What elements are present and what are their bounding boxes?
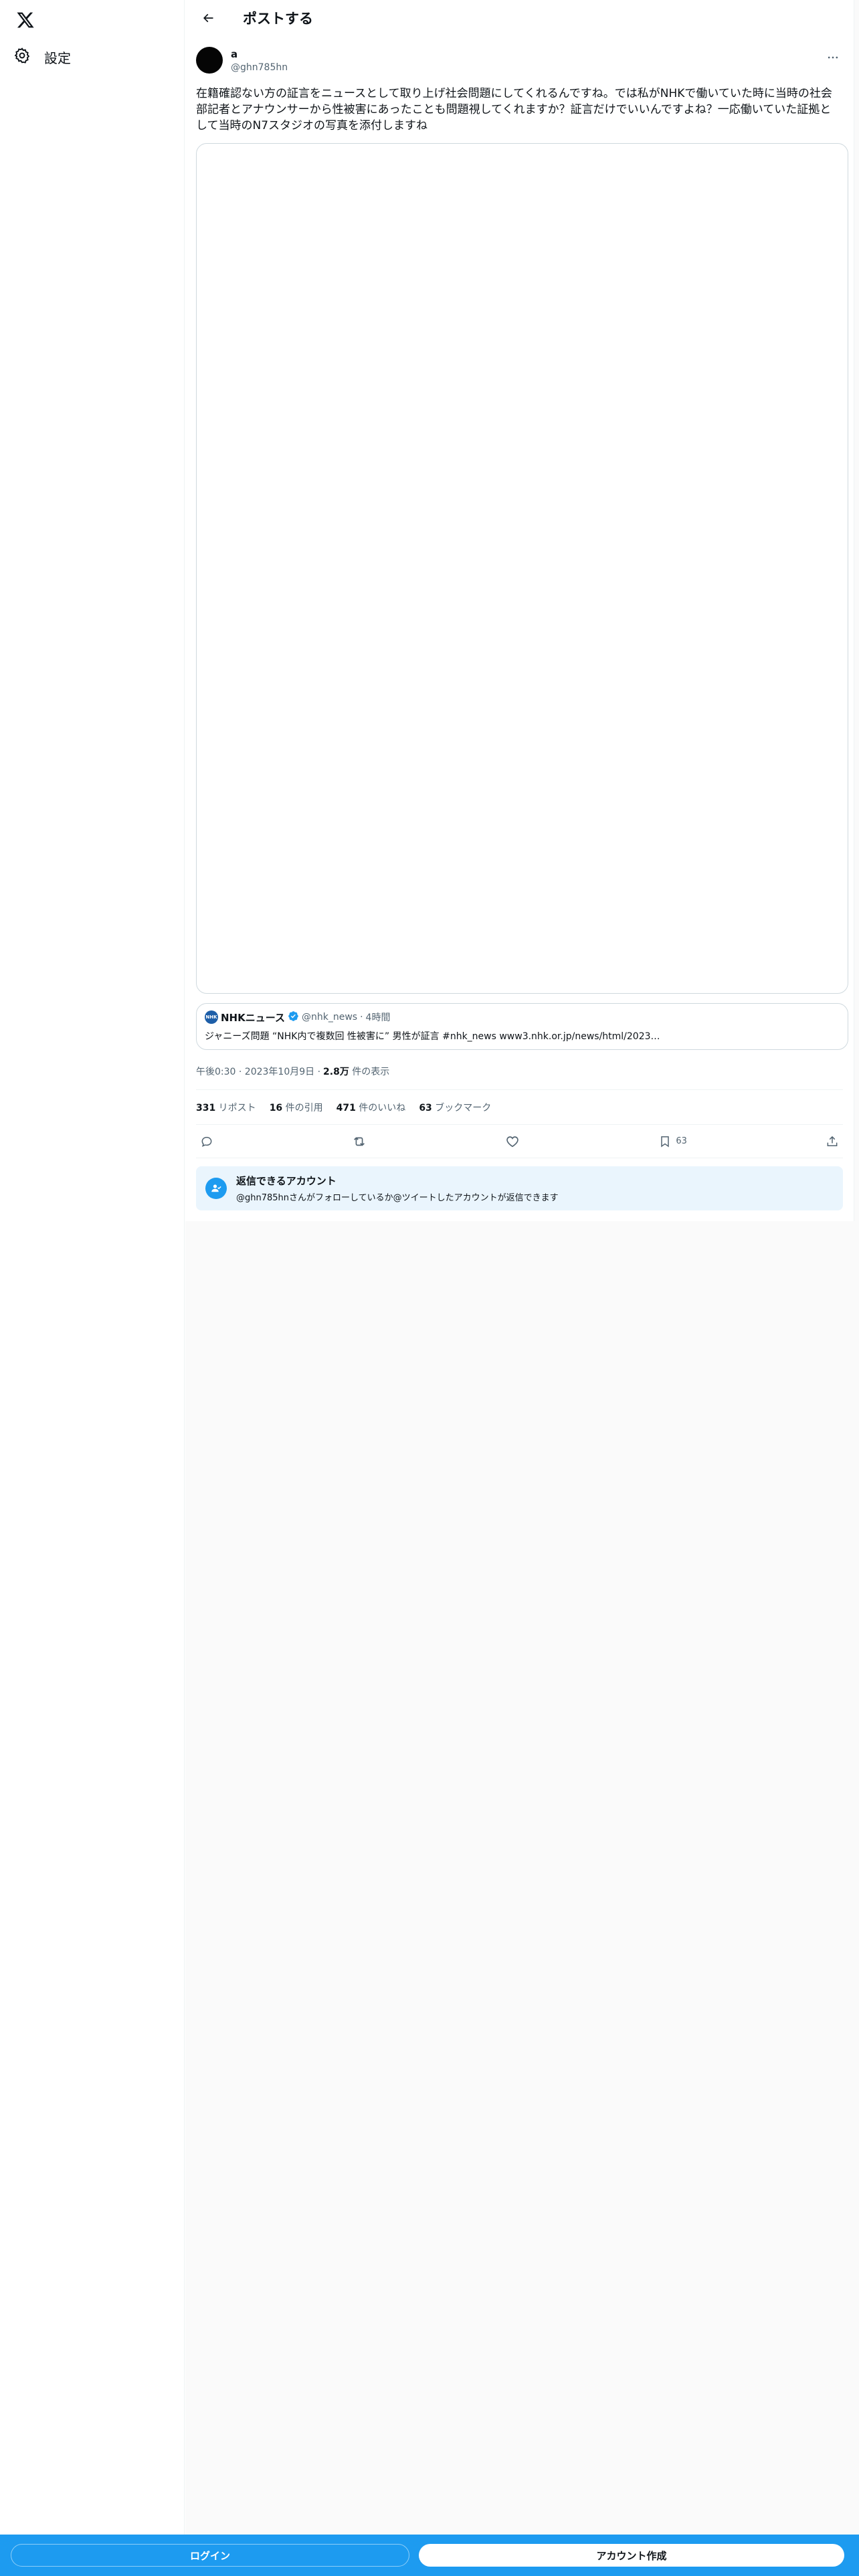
likes-label: 件のいいね: [355, 1102, 406, 1113]
views-count: 2.8万: [323, 1066, 349, 1077]
main-area: ポストする a @ghn785hn 在籍確認ない方の証言をニュースとして取り上げ…: [185, 0, 859, 2535]
left-sidebar: 設定: [0, 0, 185, 2576]
gear-icon: [13, 47, 31, 67]
quote-time: 4時間: [365, 1012, 391, 1023]
quote-separator: ·: [360, 1012, 363, 1023]
quoted-post[interactable]: NHK NHKニュース @nhk_news · 4時間 ジャニーズ問題 “NHK…: [196, 1003, 848, 1050]
repost-button[interactable]: [352, 1134, 367, 1149]
like-button[interactable]: [505, 1134, 520, 1149]
reply-banner-title: 返信できるアカウント: [236, 1175, 337, 1187]
arrow-left-icon: [203, 13, 213, 23]
post-actions: 63: [196, 1125, 843, 1158]
reply-banner-description: @ghn785hnさんがフォローしているか@ツイートしたアカウントが返信できます: [236, 1193, 559, 1203]
verified-badge-icon: [288, 1010, 299, 1025]
login-button[interactable]: ログイン: [11, 2544, 409, 2567]
sidebar-item-settings-label: 設定: [44, 49, 71, 66]
reposts-count: 331: [196, 1102, 216, 1113]
heart-icon: [506, 1136, 518, 1147]
author-handle[interactable]: @ghn785hn: [231, 62, 288, 73]
repost-icon: [354, 1136, 365, 1146]
share-icon: [827, 1136, 838, 1146]
post-text: 在籍確認ない方の証言をニュースとして取り上げ社会問題にしてくれるんですね。では私…: [196, 87, 832, 132]
avatar[interactable]: [196, 47, 223, 74]
bookmarks-stat[interactable]: 63 ブックマーク: [419, 1101, 491, 1114]
bookmark-button[interactable]: 63: [658, 1135, 687, 1148]
reposts-label: リポスト: [215, 1102, 256, 1113]
quotes-count: 16: [269, 1102, 283, 1113]
sidebar-item-settings[interactable]: 設定: [7, 40, 82, 74]
page-title: ポストする: [243, 11, 313, 27]
reply-icon: [201, 1136, 212, 1147]
create-account-button[interactable]: アカウント作成: [419, 2544, 844, 2567]
author-name[interactable]: a: [231, 48, 288, 60]
more-options-button[interactable]: [823, 49, 843, 66]
post-stats: 331 リポスト 16 件の引用 471 件のいいね 63 ブックマーク: [196, 1090, 843, 1125]
post-column: ポストする a @ghn785hn 在籍確認ない方の証言をニュースとして取り上げ…: [185, 0, 854, 1221]
likes-count: 471: [336, 1102, 356, 1113]
reposts-stat[interactable]: 331 リポスト: [196, 1101, 256, 1114]
reply-button[interactable]: [200, 1135, 213, 1148]
quote-avatar: NHK: [205, 1010, 218, 1024]
bottom-signup-bar: ログイン アカウント作成: [0, 2535, 859, 2576]
page-header: ポストする: [185, 0, 854, 36]
back-button[interactable]: [196, 6, 220, 30]
bookmarks-count: 63: [419, 1102, 432, 1113]
likes-stat[interactable]: 471 件のいいね: [337, 1101, 406, 1114]
quotes-stat[interactable]: 16 件の引用: [270, 1101, 323, 1114]
x-logo-icon[interactable]: [12, 7, 39, 33]
post-media-image[interactable]: [196, 143, 848, 994]
views-label: 件の表示: [349, 1066, 390, 1077]
post-time[interactable]: 午後0:30 · 2023年10月9日 ·: [196, 1065, 320, 1078]
quote-text: ジャニーズ問題 “NHK内で複数回 性被害に” 男性が証言 #nhk_news …: [205, 1031, 660, 1042]
quote-author-handle: @nhk_news: [301, 1012, 358, 1023]
user-check-icon: [205, 1178, 227, 1199]
reply-restriction-banner: 返信できるアカウント @ghn785hnさんがフォローしているか@ツイートしたア…: [196, 1166, 843, 1210]
share-button[interactable]: [826, 1135, 839, 1148]
post-author: a @ghn785hn: [185, 43, 854, 78]
bookmark-icon: [661, 1136, 670, 1148]
quotes-label: 件の引用: [282, 1102, 323, 1113]
quote-author-name: NHKニュース: [221, 1011, 285, 1024]
post-timestamp: 午後0:30 · 2023年10月9日 · 2.8万 件の表示: [196, 1061, 843, 1090]
more-dots-icon: [828, 56, 838, 59]
bookmark-count: 63: [676, 1136, 687, 1146]
bookmarks-label: ブックマーク: [432, 1102, 492, 1113]
